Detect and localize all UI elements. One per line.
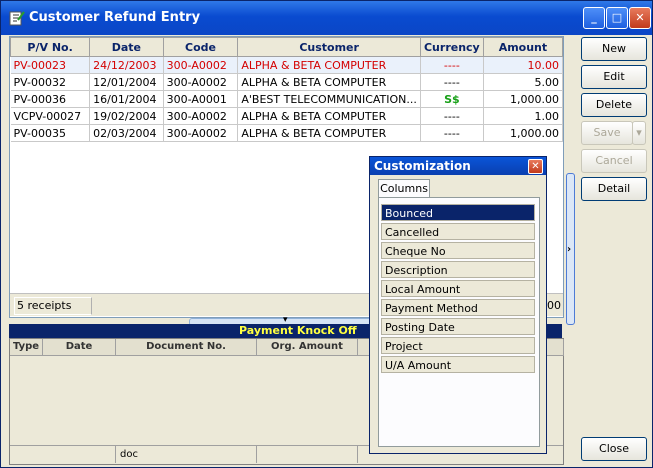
columns-list: Bounced Cancelled Cheque No Description … bbox=[378, 197, 540, 447]
title-bar[interactable]: Customer Refund Entry _ □ ✕ bbox=[1, 1, 652, 35]
save-button[interactable]: Save bbox=[581, 121, 633, 145]
chevron-right-icon[interactable]: › bbox=[567, 244, 571, 255]
minimize-button[interactable]: _ bbox=[583, 7, 605, 29]
cell-pv-no: PV-00023 bbox=[10, 56, 91, 74]
table-row[interactable]: PV-00032 12/01/2004 300-A0002 ALPHA & BE… bbox=[10, 73, 564, 91]
cell-currency: ---- bbox=[420, 124, 484, 142]
cell-code: 300-A0002 bbox=[163, 73, 239, 91]
close-window-button[interactable]: ✕ bbox=[629, 7, 651, 29]
cell-date: 12/01/2004 bbox=[89, 73, 164, 91]
cell-code: 300-A0002 bbox=[163, 56, 239, 74]
column-item-project[interactable]: Project bbox=[381, 337, 535, 354]
cell-date: 16/01/2004 bbox=[89, 90, 164, 108]
cell-currency: ---- bbox=[420, 56, 484, 74]
table-row[interactable]: PV-00023 24/12/2003 300-A0002 ALPHA & BE… bbox=[10, 56, 564, 74]
column-item-cancelled[interactable]: Cancelled bbox=[381, 223, 535, 240]
column-item-local-amount[interactable]: Local Amount bbox=[381, 280, 535, 297]
cell-amount: 1,000.00 bbox=[483, 124, 564, 142]
column-header-customer[interactable]: Customer bbox=[237, 37, 421, 57]
column-item-ua-amount[interactable]: U/A Amount bbox=[381, 356, 535, 373]
delete-button[interactable]: Delete bbox=[581, 93, 647, 117]
cell-pv-no: PV-00036 bbox=[10, 90, 91, 108]
cell-customer: ALPHA & BETA COMPUTER bbox=[237, 124, 421, 142]
cell-currency: S$ bbox=[420, 90, 484, 108]
detail-button[interactable]: Detail bbox=[581, 177, 647, 201]
table-row[interactable]: PV-00036 16/01/2004 300-A0001 A'BEST TEL… bbox=[10, 90, 564, 108]
table-row[interactable]: PV-00035 02/03/2004 300-A0002 ALPHA & BE… bbox=[10, 124, 564, 142]
window-title: Customer Refund Entry bbox=[29, 10, 201, 25]
column-header-pv-no[interactable]: P/V No. bbox=[9, 37, 91, 57]
new-button[interactable]: New bbox=[581, 37, 647, 61]
cell-date: 02/03/2004 bbox=[89, 124, 164, 142]
cell-amount: 5.00 bbox=[483, 73, 564, 91]
close-button[interactable]: Close bbox=[581, 437, 647, 461]
cell-amount: 1,000.00 bbox=[483, 90, 564, 108]
customization-title: Customization bbox=[374, 159, 471, 173]
cell-code: 300-A0001 bbox=[163, 90, 239, 108]
app-icon bbox=[9, 11, 25, 26]
footer-cell bbox=[257, 446, 358, 463]
cell-amount: 10.00 bbox=[483, 56, 564, 74]
cell-pv-no: PV-00032 bbox=[10, 73, 91, 91]
close-icon[interactable]: ✕ bbox=[528, 159, 543, 174]
save-dropdown-button[interactable]: ▾ bbox=[632, 121, 646, 145]
table-row[interactable]: VCPV-00027 19/02/2004 300-A0002 ALPHA & … bbox=[10, 107, 564, 125]
cell-pv-no: VCPV-00027 bbox=[10, 107, 91, 125]
cell-code: 300-A0002 bbox=[163, 124, 239, 142]
cell-currency: ---- bbox=[420, 73, 484, 91]
customer-refund-window: Customer Refund Entry _ □ ✕ P/V No. Date… bbox=[0, 0, 653, 468]
column-header-org-amount[interactable]: Org. Amount bbox=[257, 339, 358, 356]
knockoff-title: Payment Knock Off bbox=[239, 324, 357, 337]
cell-amount: 1.00 bbox=[483, 107, 564, 125]
column-header-code[interactable]: Code bbox=[162, 37, 239, 57]
column-header-amount[interactable]: Amount bbox=[482, 37, 564, 57]
edit-button[interactable]: Edit bbox=[581, 65, 647, 89]
tab-columns[interactable]: Columns bbox=[378, 179, 430, 198]
cell-customer: A'BEST TELECOMMUNICATION... bbox=[237, 90, 421, 108]
receipt-count: 5 receipts bbox=[14, 297, 92, 315]
cell-code: 300-A0002 bbox=[163, 107, 239, 125]
column-item-posting-date[interactable]: Posting Date bbox=[381, 318, 535, 335]
column-header-date[interactable]: Date bbox=[89, 37, 164, 57]
cell-pv-no: PV-00035 bbox=[10, 124, 91, 142]
cell-currency: ---- bbox=[420, 107, 484, 125]
column-header-date[interactable]: Date bbox=[43, 339, 116, 356]
column-header-type[interactable]: Type bbox=[10, 339, 43, 356]
cell-date: 19/02/2004 bbox=[89, 107, 164, 125]
column-item-description[interactable]: Description bbox=[381, 261, 535, 278]
cell-date: 24/12/2003 bbox=[89, 56, 164, 74]
cell-customer: ALPHA & BETA COMPUTER bbox=[237, 56, 421, 74]
column-header-document-no[interactable]: Document No. bbox=[116, 339, 257, 356]
footer-cell bbox=[10, 446, 116, 463]
cell-customer: ALPHA & BETA COMPUTER bbox=[237, 107, 421, 125]
cell-customer: ALPHA & BETA COMPUTER bbox=[237, 73, 421, 91]
customization-title-bar[interactable]: Customization ✕ bbox=[370, 157, 546, 175]
maximize-button[interactable]: □ bbox=[606, 7, 628, 29]
cancel-button[interactable]: Cancel bbox=[581, 149, 647, 173]
customization-dialog: Customization ✕ Columns Bounced Cancelle… bbox=[369, 156, 547, 454]
column-header-currency[interactable]: Currency bbox=[419, 37, 484, 57]
column-item-bounced[interactable]: Bounced bbox=[381, 204, 535, 221]
column-item-payment-method[interactable]: Payment Method bbox=[381, 299, 535, 316]
column-item-cheque-no[interactable]: Cheque No bbox=[381, 242, 535, 259]
footer-doc-cell: doc bbox=[116, 446, 257, 463]
